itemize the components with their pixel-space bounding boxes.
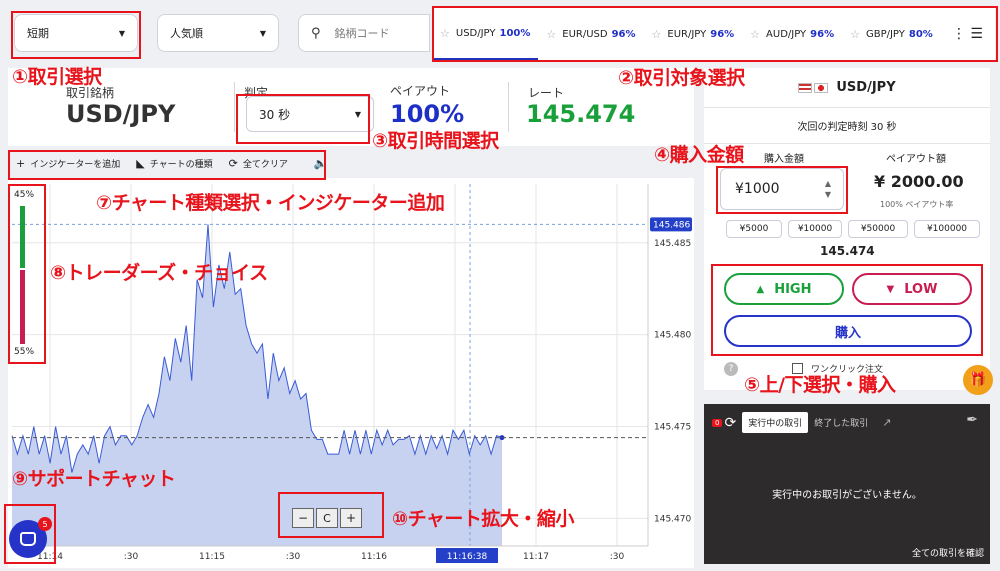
order-rate: 145.474 — [820, 244, 875, 258]
y-tick-label: 145.475 — [654, 423, 691, 433]
jp-flag-icon — [814, 82, 829, 93]
annotation-box-10 — [278, 492, 384, 538]
trades-panel: 0 ⟳ 実行中の取引 終了した取引 ↗ ✒ 実行中のお取引がございません。 全て… — [704, 404, 990, 564]
annotation-label-7: ⑦チャート種類選択・インジケーター追加 — [96, 192, 445, 214]
y-tick-label: 145.485 — [654, 239, 691, 249]
y-tick-label: 145.480 — [654, 331, 691, 341]
annotation-label-1: ①取引選択 — [12, 66, 102, 88]
no-trades-message: 実行中のお取引がございません。 — [772, 490, 922, 501]
annotation-label-2: ②取引対象選択 — [618, 67, 745, 89]
quick-amount-10000[interactable]: ¥10000 — [788, 220, 842, 238]
x-tick-label: :30 — [610, 552, 625, 562]
feather-icon[interactable]: ✒ — [966, 412, 978, 428]
annotation-label-10: ⑩チャート拡大・縮小 — [392, 508, 574, 530]
quick-amount-50000[interactable]: ¥50000 — [848, 220, 908, 238]
annotation-label-3: ③取引時間選択 — [372, 130, 499, 152]
annotation-box-5 — [711, 264, 983, 356]
payout-label: ペイアウト — [390, 84, 451, 98]
next-judge-time: 次回の判定時刻 30 秒 — [704, 108, 990, 144]
y-tick-label: 145.470 — [654, 514, 691, 524]
payout-amount: ¥ 2000.00 — [874, 172, 964, 191]
payout-rate: 100% ペイアウト率 — [880, 200, 954, 209]
annotation-box-3 — [236, 94, 370, 144]
search-icon: ⚲ — [311, 25, 321, 41]
x-tick-label: 11:17 — [523, 552, 549, 562]
annotation-box-9 — [4, 504, 56, 564]
trades-tabs: 0 ⟳ 実行中の取引 終了した取引 ↗ — [712, 412, 891, 433]
symbol-search-input[interactable]: ⚲ 銘柄コード — [298, 14, 430, 52]
divider — [508, 82, 509, 132]
order-pair: USD/JPY — [836, 80, 896, 95]
annotation-label-5: ⑤上/下選択・購入 — [744, 374, 896, 396]
us-flag-icon — [798, 82, 813, 93]
order-pair-header: USD/JPY — [704, 68, 990, 108]
rate-label: レート — [528, 86, 565, 100]
annotation-box-7 — [8, 150, 326, 180]
tab-active-trades[interactable]: 実行中の取引 — [742, 412, 809, 433]
x-tick-label: 11:15 — [199, 552, 225, 562]
amount-label: 購入金額 — [764, 154, 804, 165]
x-tick-label: :30 — [124, 552, 139, 562]
annotation-box-4 — [716, 166, 848, 214]
chevron-down-icon: ▼ — [259, 28, 266, 38]
payout-value: 100% — [390, 100, 465, 128]
symbol-value: USD/JPY — [66, 100, 176, 128]
annotation-box-1 — [11, 11, 141, 59]
all-trades-link[interactable]: 全ての取引を確認 — [912, 546, 984, 559]
rate-value: 145.474 — [526, 100, 636, 128]
annotation-box-2 — [432, 6, 998, 62]
sort-select[interactable]: 人気順 ▼ — [157, 14, 279, 52]
annotation-label-9: ⑨サポートチャット — [12, 468, 176, 490]
annotation-box-8 — [8, 184, 46, 364]
quick-amount-100000[interactable]: ¥100000 — [914, 220, 980, 238]
external-link-icon[interactable]: ↗ — [882, 416, 891, 429]
tab-closed-trades[interactable]: 終了した取引 — [808, 412, 874, 433]
active-trades-badge: 0 — [712, 418, 723, 427]
gift-icon[interactable]: 🎁 — [963, 365, 993, 395]
search-placeholder: 銘柄コード — [334, 27, 390, 40]
annotation-label-8: ⑧トレーダーズ・チョイス — [50, 262, 268, 284]
annotation-label-4: ④購入金額 — [654, 144, 744, 166]
x-tick-label: 11:16 — [361, 552, 387, 562]
current-time-tag: 11:16:38 — [447, 552, 488, 562]
timer-icon: ⟳ — [724, 414, 737, 431]
x-tick-label: :30 — [286, 552, 301, 562]
sort-value: 人気順 — [170, 27, 203, 40]
quick-amount-5000[interactable]: ¥5000 — [726, 220, 782, 238]
help-icon[interactable]: ? — [724, 362, 738, 376]
high-price-tag: 145.486 — [653, 220, 690, 230]
payout-amount-label: ペイアウト額 — [886, 154, 946, 165]
divider — [234, 82, 235, 132]
